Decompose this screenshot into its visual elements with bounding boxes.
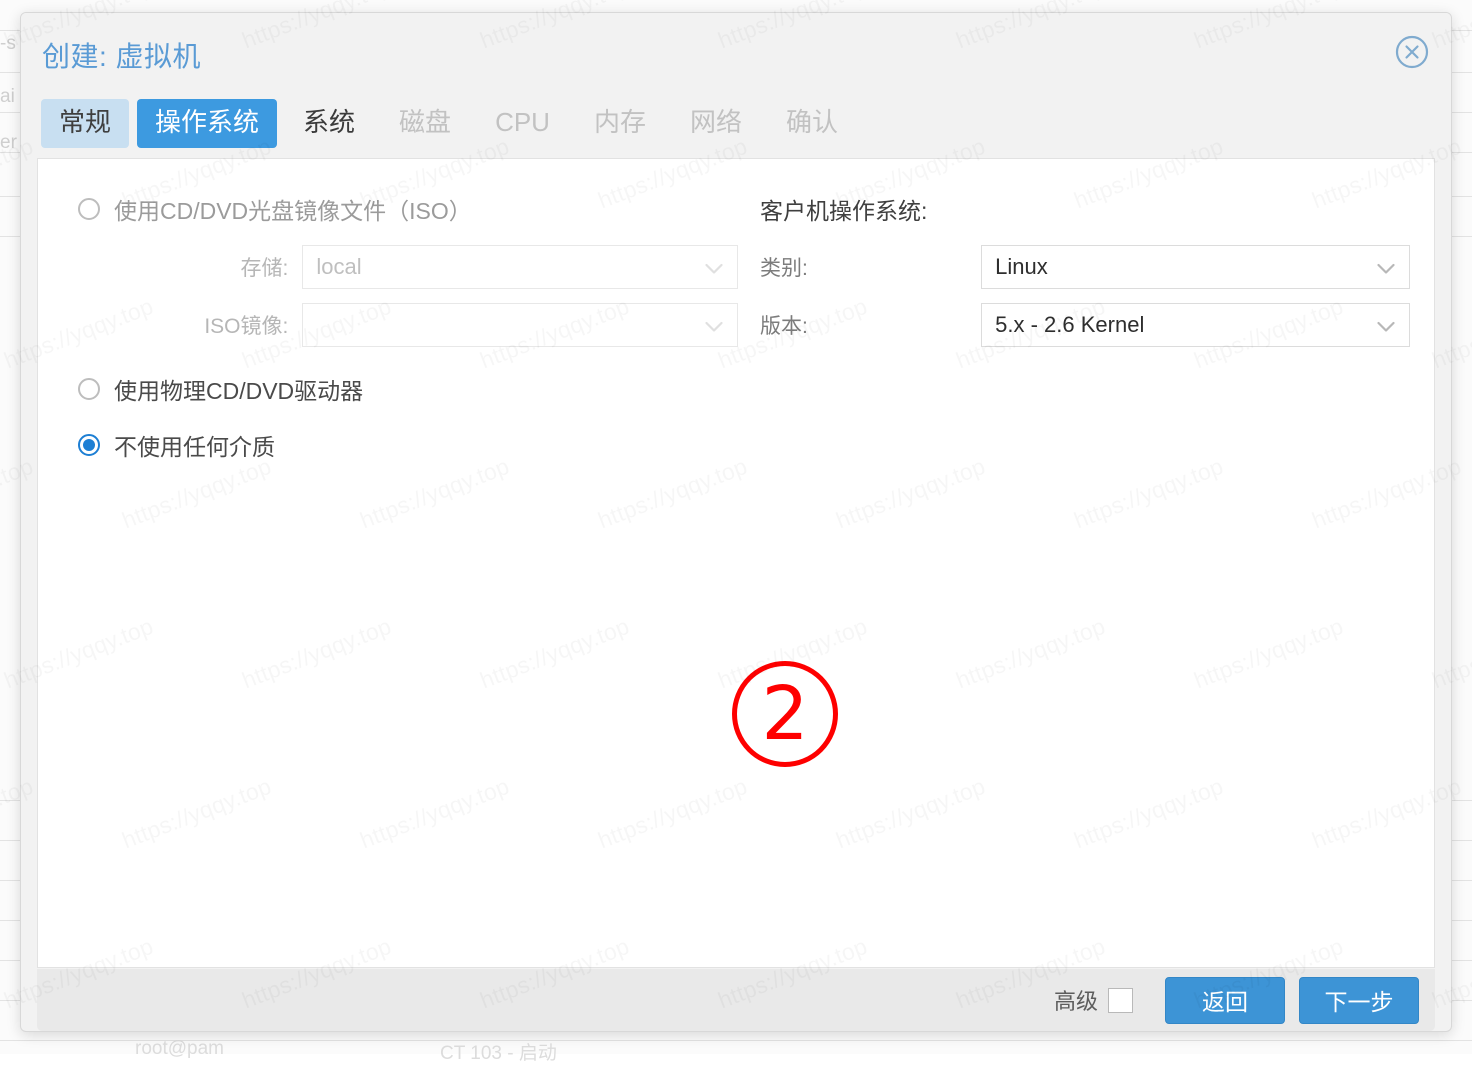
close-icon[interactable] (1393, 33, 1431, 71)
guest-os-group: 客户机操作系统: 类别: Linux 版本: 5.x - 2.6 Kernel (760, 187, 1410, 347)
tab-0[interactable]: 常规 (41, 99, 130, 149)
os-type-select-value: Linux (995, 254, 1048, 279)
annotation-marker-2: 2 (732, 661, 838, 767)
radio-use-physical-drive-label: 使用物理CD/DVD驱动器 (114, 378, 364, 404)
tab-4: CPU (495, 107, 550, 137)
radio-use-iso-file[interactable]: 使用CD/DVD光盘镜像文件（ISO） (78, 187, 738, 231)
os-type-field-row: 类别: Linux (760, 245, 1410, 289)
os-version-select-value: 5.x - 2.6 Kernel (995, 312, 1145, 337)
radio-use-physical-drive[interactable]: 使用物理CD/DVD驱动器 (78, 367, 738, 411)
tab-3: 磁盘 (399, 107, 452, 137)
chevron-down-icon (705, 320, 723, 332)
chevron-down-icon (1377, 320, 1395, 332)
create-vm-dialog: 创建: 虚拟机 常规 操作系统 系统 磁盘 CPU 内存 网络 确认 使用CD/DVD光盘镜像… (20, 12, 1452, 1032)
iso-image-select (302, 303, 738, 347)
tab-2[interactable]: 系统 (285, 99, 373, 148)
chevron-down-icon (1377, 262, 1395, 274)
radio-no-media-indicator (78, 434, 100, 456)
storage-field-row: 存储: local (78, 245, 738, 289)
chevron-down-icon (705, 262, 723, 274)
radio-use-iso-file-label: 使用CD/DVD光盘镜像文件（ISO） (114, 198, 472, 224)
advanced-checkbox-label: 高级 (1053, 989, 1098, 1014)
dialog-header: 创建: 虚拟机 常规 操作系统 系统 磁盘 CPU 内存 网络 确认 (21, 13, 1451, 157)
os-type-label: 类别: (760, 257, 808, 280)
radio-no-media[interactable]: 不使用任何介质 (78, 423, 738, 467)
radio-use-iso-file-indicator (78, 198, 100, 220)
dialog-footer: 高级 返回 下一步 (37, 969, 1435, 1031)
advanced-checkbox-indicator (1108, 987, 1133, 1013)
radio-no-media-label: 不使用任何介质 (114, 434, 275, 460)
iso-image-field-row: ISO镜像: (78, 303, 738, 347)
storage-label: 存储: (240, 257, 289, 280)
guest-os-section-title: 客户机操作系统: (760, 198, 928, 224)
storage-select-value: local (316, 254, 362, 279)
tab-6: 网络 (689, 107, 742, 137)
tab-7: 确认 (786, 107, 839, 137)
background-text: -s (0, 33, 16, 54)
tab-5: 内存 (593, 107, 646, 137)
wizard-tabs: 常规 操作系统 系统 磁盘 CPU 内存 网络 确认 (41, 99, 864, 149)
dialog-body: 使用CD/DVD光盘镜像文件（ISO） 存储: local ISO镜像: 使用物… (37, 158, 1435, 968)
background-text: ai (0, 86, 15, 107)
iso-image-label: ISO镜像: (204, 315, 289, 338)
background-status-user: root@pam (135, 1038, 224, 1059)
background-status-task: CT 103 - 启动 (440, 1043, 557, 1064)
os-version-select[interactable]: 5.x - 2.6 Kernel (981, 303, 1410, 347)
page-title: 创建: 虚拟机 (42, 41, 202, 72)
os-type-select[interactable]: Linux (981, 245, 1410, 289)
tab-1[interactable]: 操作系统 (137, 99, 278, 149)
back-button[interactable]: 返回 (1165, 976, 1285, 1024)
os-version-label: 版本: (760, 315, 808, 338)
radio-use-physical-drive-indicator (78, 378, 100, 400)
next-button[interactable]: 下一步 (1299, 976, 1419, 1024)
background-text: er (0, 132, 17, 153)
media-selection-group: 使用CD/DVD光盘镜像文件（ISO） 存储: local ISO镜像: 使用物… (78, 187, 738, 467)
advanced-checkbox[interactable]: 高级 (1054, 984, 1133, 1016)
storage-select: local (302, 245, 738, 289)
os-version-field-row: 版本: 5.x - 2.6 Kernel (760, 303, 1410, 347)
